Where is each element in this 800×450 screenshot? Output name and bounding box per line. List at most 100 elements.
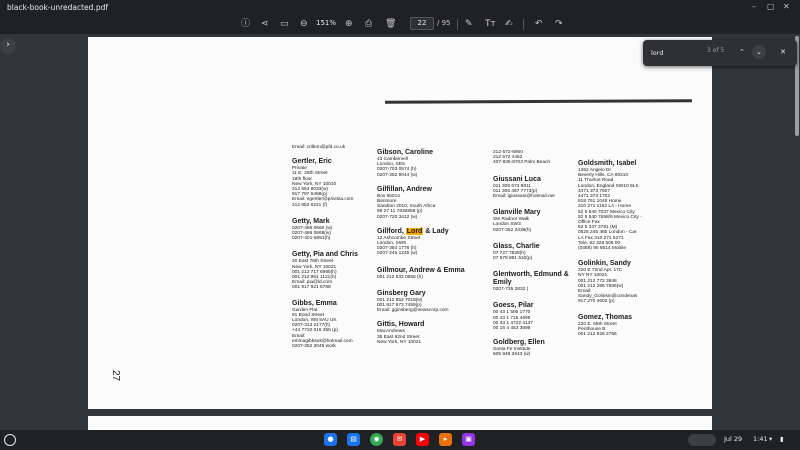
youtube-icon[interactable]: ▶ [416,433,429,446]
info-icon[interactable]: ⓘ [241,18,250,30]
contact-name: Gertler, Eric [292,158,332,166]
contact-entry: Getty, Mark 0207-486 0660 (w) 0207-486 0… [292,218,382,242]
launcher-icon[interactable] [4,434,16,446]
text-icon[interactable]: Tт [485,18,496,30]
contact-entry: Glanville Mary Ste Radnor Walk London SW… [493,209,588,233]
contact-entry: Email: crilbon@pfd.co.uk [292,145,382,150]
contact-name: Getty, Mark [292,217,330,225]
contact-line: 07 979 881 510(p) [493,256,533,262]
contact-line: 0207-352 2438(h) [493,227,532,233]
redo-icon[interactable]: ↷ [555,18,563,30]
toolbar-divider [523,19,524,30]
chrome-app-icon[interactable]: ● [324,433,337,446]
toolbar-divider [457,19,458,30]
page-number-input[interactable]: 22 [410,17,434,30]
wifi-icon[interactable]: ▾ [769,435,772,443]
zoom-level[interactable]: 151% [316,19,336,27]
contact-entry: Gertler, Eric Private 11 E. 26th Street … [292,158,382,208]
contact-entry: Gilfillan, Andrew Box 65014 Benmore Sand… [377,186,477,220]
contact-column-1: Email: crilbon@pfd.co.uk Gertler, Eric P… [292,145,382,356]
contact-column-4: Goldsmith, Isabel 1362 Angelo Dr Beverly… [578,160,688,344]
tray-date[interactable]: Jul 29 [724,435,742,443]
find-close-icon[interactable]: ✕ [776,45,790,59]
tray-time[interactable]: 1:41 [753,435,768,443]
print-icon[interactable]: ⎙ [365,18,372,30]
contact-entry: Goldberg, Ellen Santa Fe Institute 505 9… [493,339,588,357]
redaction-bar [385,99,692,104]
contact-entry: Ginsberg Gary 001 212 852 7018(w) 001 91… [377,290,477,314]
contact-entry: Giussani Luca 011 305 673 9811 011 305 4… [493,176,588,200]
browser-icon[interactable]: ◉ [370,433,383,446]
contact-entry: Gillford, Lord & Lady 12 Ashcombe Street… [377,227,477,257]
pdf-page: Email: crilbon@pfd.co.uk Gertler, Eric P… [88,37,712,409]
find-previous-icon[interactable]: ⌃ [735,45,749,59]
contact-line: Email: gginsberg@newscorp.com [377,308,449,314]
search-highlight: Lord [405,227,424,235]
play-store-icon[interactable]: ▸ [439,433,452,446]
find-match-count: 3 of 5 [707,47,725,54]
contact-name: Gillmour, Andrew & Emma [377,266,465,274]
delete-icon[interactable]: 🗑 [385,18,396,30]
contact-line: 0207-720 3412 (w) [377,214,418,220]
files-app-icon[interactable]: ▤ [347,433,360,446]
contact-column-3: 212-572-6960 212 572 4452 407-835-8703 P… [493,150,588,365]
find-input[interactable] [651,47,711,59]
page-number: 27 [110,369,122,382]
name-suffix: & Lady [423,227,449,235]
pdf-toolbar: ⓘ ⋖ ▭ ⊖ 151% ⊕ ⎙ 🗑 22 / 95 ✎ Tт ✍ ↶ ↷ [0,14,800,34]
contact-name-highlighted: Gillford, Lord & Lady [377,227,477,236]
contact-line: 0207-245 1245 (w) [377,251,418,257]
share-icon[interactable]: ⋖ [261,18,269,30]
contact-line: New York, NY 10021 [377,339,422,345]
contact-line: 505 946 2643 (w) [493,352,531,358]
gmail-icon[interactable]: ✉ [393,433,406,446]
contact-name: Giussani Luca [493,175,541,183]
contact-name: Glentworth, Edmund & Emily [493,271,569,287]
contact-entry: Getty, Pia and Chris 20 East 76th Street… [292,251,382,290]
contact-entry: Goldsmith, Isabel 1362 Angelo Dr Beverly… [578,160,688,251]
zoom-in-icon[interactable]: ⊕ [345,18,353,30]
contact-name: Gibbs, Emma [292,299,337,307]
contact-line: 0207-352 3045 work [292,344,336,350]
name-prefix: Gillford, [377,227,406,235]
contact-entry: Gittis, Howard MacAndrews 35 East 62nd S… [377,321,477,345]
fit-page-icon[interactable]: ▭ [280,18,289,30]
undo-icon[interactable]: ↶ [535,18,543,30]
next-pdf-page [88,416,712,430]
contact-line: 917 270 4602 (p) [578,299,615,305]
contact-entry: Goess, Pilar 00 43 1 595 1770 00 43 1 71… [493,302,588,331]
contact-line: 0207-352 9044 (w) [377,172,418,178]
contact-entry: Glass, Charlie 07 727 7839(h) 07 979 881… [493,243,588,261]
contact-line: 001 212 533 0656 (h) [377,274,423,280]
contact-entry: 212-572-6960 212 572 4452 407-835-8703 P… [493,150,588,166]
contact-entry: Gomez, Thomas 220 E. 65th Street Penthou… [578,314,688,338]
contact-name: Ginsberg Gary [377,289,426,297]
highlighter-icon[interactable]: ✎ [465,18,473,30]
signature-icon[interactable]: ✍ [505,18,513,30]
contact-name: Gomez, Thomas [578,313,633,321]
zoom-out-icon[interactable]: ⊖ [300,18,308,30]
contact-name: Goldsmith, Isabel [578,160,637,167]
tray-thumbnails[interactable] [688,434,716,446]
contact-entry: Gibbs, Emma Garden Flat 91 Bond Street L… [292,300,382,350]
contact-line: Email: crilbon@pfd.co.uk [292,145,346,150]
contact-entry: Golinkin, Sandy 220 E 72nd Apt. 17C NY N… [578,260,688,304]
contact-name: Glass, Charlie [493,242,540,250]
contact-column-2: Gibson, Caroline 43 Cambervell London, S… [377,149,477,352]
contact-line: 001 212 926 2766 [578,332,617,338]
contact-line: 407-835-8703 Palm Beach [493,160,551,166]
sidebar-toggle-icon[interactable]: › [0,38,16,54]
minimize-button[interactable]: – [752,2,756,11]
close-window-button[interactable]: ✕ [783,2,790,11]
contact-line: (0488) 90 8514 Mobile [578,246,627,252]
maximize-button[interactable]: ▢ [767,2,775,11]
pdf-app-icon[interactable]: ▣ [462,433,475,446]
find-next-icon[interactable]: ⌄ [752,45,766,59]
contact-name: Gibson, Caroline [377,149,434,156]
contact-line: 212 653 6221 (f) [292,202,328,208]
battery-icon[interactable]: ▮ [780,435,784,443]
contact-line: 0207-735 2832 ( [493,287,529,293]
contact-entry: Gillmour, Andrew & Emma 001 212 533 0656… [377,267,477,280]
contact-line: 0207-401-8881(h) [292,236,331,242]
contact-entry: Gibson, Caroline 43 Cambervell London, S… [377,149,477,178]
